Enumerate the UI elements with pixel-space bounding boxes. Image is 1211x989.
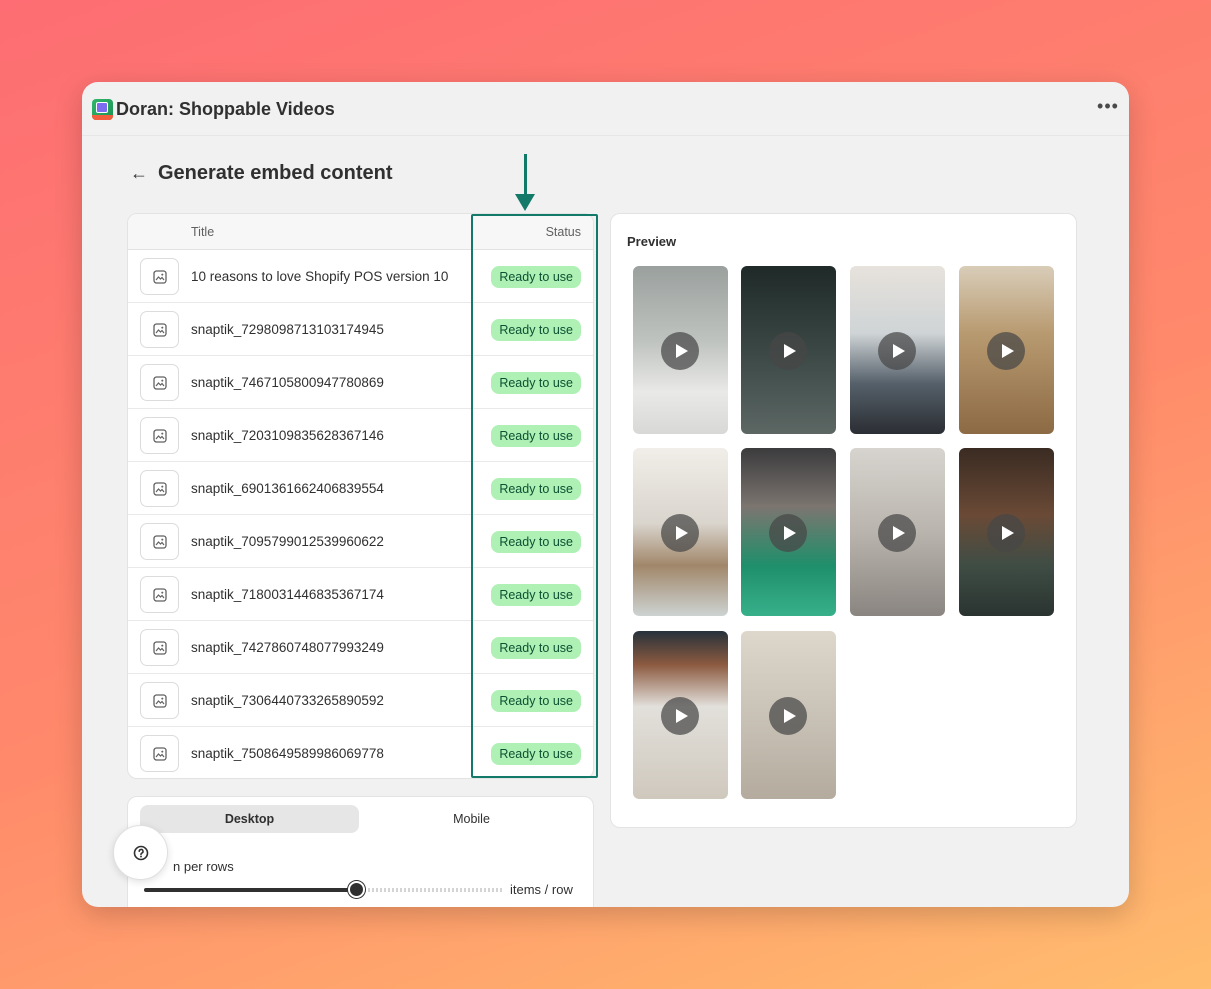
slider-unit-label: items / row: [510, 882, 573, 897]
play-icon[interactable]: [878, 332, 916, 370]
preview-label: Preview: [627, 234, 677, 249]
column-header-status: Status: [545, 225, 581, 239]
video-preview-tile[interactable]: [633, 266, 728, 434]
play-icon[interactable]: [769, 514, 807, 552]
status-badge: Ready to use: [491, 372, 581, 394]
image-placeholder-icon: [140, 417, 179, 454]
video-preview-tile[interactable]: [741, 266, 836, 434]
table-header: Title Status: [128, 214, 593, 250]
status-badge: Ready to use: [491, 637, 581, 659]
video-title: snaptik_6901361662406839554: [191, 481, 384, 496]
video-title: snaptik_7298098713103174945: [191, 322, 384, 337]
tab-mobile[interactable]: Mobile: [362, 805, 581, 833]
play-icon[interactable]: [987, 332, 1025, 370]
status-badge: Ready to use: [491, 690, 581, 712]
more-actions-button[interactable]: •••: [1097, 97, 1119, 119]
image-placeholder-icon: [140, 682, 179, 719]
column-header-title: Title: [191, 225, 215, 239]
status-badge: Ready to use: [491, 266, 581, 288]
video-title: snaptik_7306440733265890592: [191, 693, 384, 708]
status-badge: Ready to use: [491, 478, 581, 500]
table-row[interactable]: snaptik_7180031446835367174 Ready to use: [128, 568, 593, 621]
image-placeholder-icon: [140, 735, 179, 772]
app-logo-icon: [92, 99, 113, 120]
status-badge: Ready to use: [491, 319, 581, 341]
video-title: snaptik_7095799012539960622: [191, 534, 384, 549]
slider-track-empty[interactable]: [360, 888, 502, 892]
videos-table: Title Status 10 reasons to love Shopify …: [127, 213, 594, 779]
video-preview-tile[interactable]: [633, 448, 728, 616]
page-header: ← Generate embed content: [130, 162, 393, 185]
video-title: snaptik_7467105800947780869: [191, 375, 384, 390]
tab-desktop[interactable]: Desktop: [140, 805, 359, 833]
help-button[interactable]: [113, 825, 168, 880]
table-row[interactable]: snaptik_7467105800947780869 Ready to use: [128, 356, 593, 409]
image-placeholder-icon: [140, 258, 179, 295]
play-icon[interactable]: [769, 697, 807, 735]
table-row[interactable]: snaptik_7306440733265890592 Ready to use: [128, 674, 593, 727]
image-placeholder-icon: [140, 576, 179, 613]
video-preview-tile[interactable]: [959, 448, 1054, 616]
table-row[interactable]: snaptik_7298098713103174945 Ready to use: [128, 303, 593, 356]
status-badge: Ready to use: [491, 584, 581, 606]
video-title: snaptik_7180031446835367174: [191, 587, 384, 602]
layout-settings-card: Desktop Mobile n per rows items / row: [127, 796, 594, 907]
video-title: snaptik_7427860748077993249: [191, 640, 384, 655]
table-row[interactable]: snaptik_7095799012539960622 Ready to use: [128, 515, 593, 568]
video-preview-tile[interactable]: [850, 266, 945, 434]
video-preview-tile[interactable]: [633, 631, 728, 799]
app-title: Doran: Shoppable Videos: [116, 99, 335, 119]
table-row[interactable]: snaptik_7427860748077993249 Ready to use: [128, 621, 593, 674]
app-window: Doran: Shoppable Videos ••• ← Generate e…: [82, 82, 1129, 907]
image-placeholder-icon: [140, 470, 179, 507]
per-rows-label: n per rows: [173, 859, 234, 874]
table-row[interactable]: snaptik_6901361662406839554 Ready to use: [128, 462, 593, 515]
preview-panel: Preview: [610, 213, 1077, 828]
page-title: Generate embed content: [158, 162, 393, 184]
play-icon[interactable]: [661, 332, 699, 370]
table-row[interactable]: snaptik_7203109835628367146 Ready to use: [128, 409, 593, 462]
image-placeholder-icon: [140, 629, 179, 666]
play-icon[interactable]: [878, 514, 916, 552]
play-icon[interactable]: [661, 514, 699, 552]
play-icon[interactable]: [661, 697, 699, 735]
status-badge: Ready to use: [491, 743, 581, 765]
question-circle-icon: [133, 845, 148, 860]
image-placeholder-icon: [140, 364, 179, 401]
table-row[interactable]: snaptik_7508649589986069778 Ready to use: [128, 727, 593, 778]
image-placeholder-icon: [140, 311, 179, 348]
video-title: 10 reasons to love Shopify POS version 1…: [191, 269, 449, 284]
items-per-row-slider-thumb[interactable]: [348, 881, 365, 898]
video-preview-tile[interactable]: [959, 266, 1054, 434]
play-icon[interactable]: [987, 514, 1025, 552]
video-preview-tile[interactable]: [741, 448, 836, 616]
slider-track-filled[interactable]: [144, 888, 356, 892]
play-icon[interactable]: [769, 332, 807, 370]
back-arrow-icon[interactable]: ←: [130, 163, 154, 184]
status-badge: Ready to use: [491, 531, 581, 553]
annotation-arrow: [524, 154, 527, 196]
status-badge: Ready to use: [491, 425, 581, 447]
video-title: snaptik_7203109835628367146: [191, 428, 384, 443]
annotation-arrow-head: [515, 194, 535, 211]
video-preview-tile[interactable]: [850, 448, 945, 616]
image-placeholder-icon: [140, 523, 179, 560]
table-row[interactable]: 10 reasons to love Shopify POS version 1…: [128, 250, 593, 303]
video-preview-tile[interactable]: [741, 631, 836, 799]
title-bar: Doran: Shoppable Videos •••: [82, 82, 1129, 136]
video-title: snaptik_7508649589986069778: [191, 746, 384, 761]
